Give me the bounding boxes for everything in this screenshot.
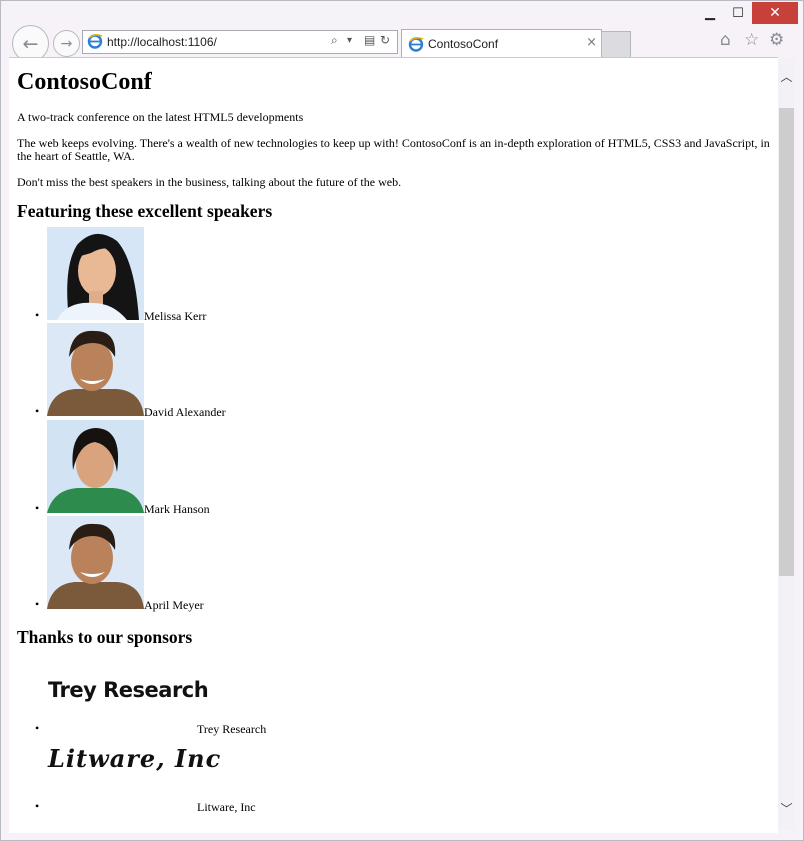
page-title: ContosoConf [17,69,152,95]
speaker-item: • Mark Hanson [17,420,417,516]
speaker-name: David Alexander [144,405,226,419]
compatibility-view-icon[interactable]: ▤ [364,33,375,47]
maximize-button[interactable]: ☐ [725,2,751,24]
vertical-scrollbar[interactable]: ︿ ﹀ [778,58,795,830]
sponsor-item: Trey Research • Trey Research [35,678,267,736]
sponsor-item: Litware, Inc • Litware, Inc [35,744,256,814]
minimize-button[interactable]: ▁ [695,2,725,24]
speaker-item: • David Alexander [17,323,417,419]
speaker-photo [47,516,144,609]
speaker-photo [47,323,144,416]
tab-ie-logo-icon [408,37,424,52]
address-bar[interactable]: http://localhost:1106/ ⌕ ▾ ▤ ↻ [82,30,398,54]
ie-logo-icon [87,34,103,49]
sponsors-list: Trey Research • Trey Research Litware, I… [17,658,772,833]
cta-paragraph: Don't miss the best speakers in the busi… [17,175,402,189]
speaker-photo [47,420,144,513]
page-viewport: ContosoConf A two-track conference on th… [9,57,778,833]
page-content: ContosoConf A two-track conference on th… [17,58,772,833]
speakers-heading: Featuring these excellent speakers [17,201,273,221]
browser-window: ▁ ☐ ✕ ← → http://localhost:1106/ ⌕ ▾ ▤ ↻ [0,0,804,841]
scroll-down-icon[interactable]: ﹀ [778,800,795,817]
speaker-name: April Meyer [144,598,204,612]
star-icon[interactable]: ☆ [744,30,759,50]
tab-close-icon[interactable]: × [586,35,597,50]
home-icon[interactable]: ⌂ [720,30,731,50]
speaker-item: • Melissa Kerr [17,227,417,323]
speaker-name: Melissa Kerr [144,309,207,323]
speaker-item: • April Meyer [17,516,417,612]
gear-icon[interactable]: ⚙ [769,30,784,50]
navigation-bar: ← → http://localhost:1106/ ⌕ ▾ ▤ ↻ Conto… [1,25,803,62]
tab-contosoconf[interactable]: ContosoConf × [401,29,602,58]
scroll-thumb[interactable] [779,108,794,576]
sponsors-heading: Thanks to our sponsors [17,627,193,647]
title-bar: ▁ ☐ ✕ [1,1,803,25]
close-button[interactable]: ✕ [752,2,798,24]
new-tab-button[interactable] [601,31,631,59]
tab-title: ContosoConf [428,37,499,51]
search-dropdown-icon[interactable]: ▾ [347,35,352,46]
sponsor-name: Litware, Inc [197,800,256,814]
sponsor-name: Trey Research [197,722,267,736]
scroll-up-icon[interactable]: ︿ [778,68,795,85]
speaker-name: Mark Hanson [144,502,210,516]
search-icon[interactable]: ⌕ [331,33,338,48]
url-text[interactable]: http://localhost:1106/ [107,35,217,49]
refresh-icon[interactable]: ↻ [380,33,390,47]
intro-paragraph: The web keeps evolving. There's a wealth… [17,136,770,163]
speakers-list: • Melissa Kerr • David Alexander • Mark … [17,227,772,620]
forward-button[interactable]: → [53,30,80,57]
tagline: A two-track conference on the latest HTM… [17,110,304,124]
speaker-photo [47,227,144,320]
sponsor-logo: Litware, Inc [48,744,222,773]
sponsor-logo: Trey Research [48,678,209,702]
